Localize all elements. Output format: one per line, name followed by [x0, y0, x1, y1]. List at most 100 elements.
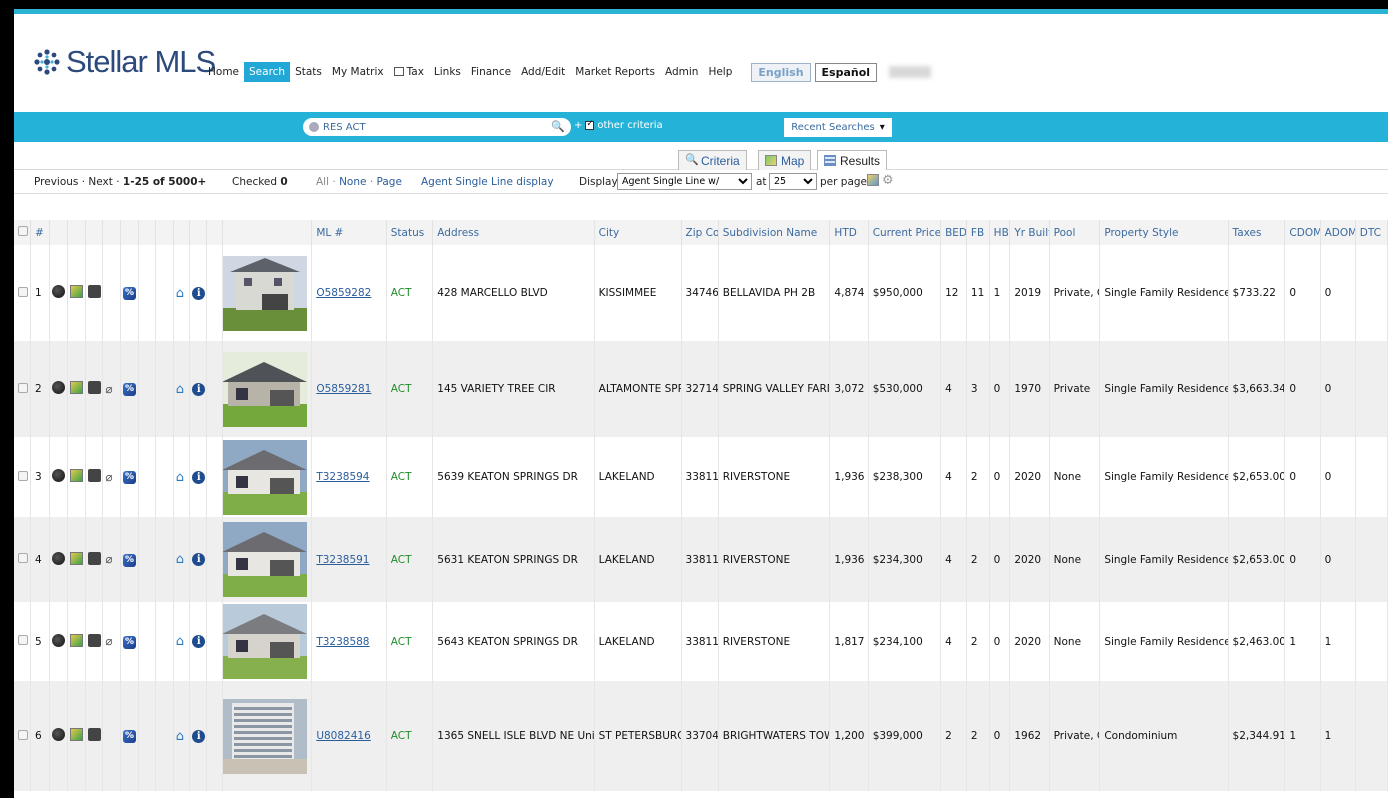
- ml-number-link[interactable]: T3238591: [316, 554, 369, 566]
- ml-number-link[interactable]: O5859282: [316, 287, 371, 299]
- table-row[interactable]: 6% ⌂ i U8082416 ACT 1365 SNELL ISLE BLVD NE U…: [14, 681, 1388, 791]
- next-link[interactable]: Next: [88, 176, 112, 188]
- attachment-icon[interactable]: ⌀: [105, 635, 115, 648]
- tax-record-icon[interactable]: [70, 381, 84, 394]
- info-icon[interactable]: i: [192, 729, 206, 743]
- tab-criteria[interactable]: 🔍 Criteria: [678, 150, 747, 170]
- search-input[interactable]: RES ACT 🔍: [303, 118, 571, 136]
- col-header-pool[interactable]: Pool: [1049, 220, 1101, 245]
- gear-icon[interactable]: ⚙: [882, 173, 894, 188]
- document-icon[interactable]: [87, 728, 101, 741]
- row-checkbox[interactable]: [18, 470, 28, 481]
- col-header-num[interactable]: #: [30, 220, 50, 245]
- tax-record-icon[interactable]: [70, 469, 84, 482]
- col-header-taxes[interactable]: Taxes: [1228, 220, 1286, 245]
- col-header-yr-built[interactable]: Yr Built: [1009, 220, 1050, 245]
- property-photo[interactable]: [222, 604, 308, 679]
- tax-record-icon[interactable]: [70, 633, 84, 647]
- nav-market-reports[interactable]: Market Reports: [570, 62, 660, 82]
- tax-record-icon[interactable]: [70, 285, 84, 298]
- public-record-icon[interactable]: ⌂: [176, 471, 189, 484]
- col-header-fb[interactable]: FB: [966, 220, 990, 245]
- row-checkbox[interactable]: [18, 286, 28, 297]
- other-criteria[interactable]: + other criteria: [574, 119, 663, 131]
- col-header-htd[interactable]: HTD: [829, 220, 869, 245]
- col-header-dtc[interactable]: DTC: [1355, 220, 1388, 245]
- espanol-button[interactable]: Español: [814, 62, 878, 82]
- reverse-prospect-icon[interactable]: [51, 551, 65, 565]
- col-header-cdom[interactable]: CDOM: [1284, 220, 1321, 245]
- document-icon[interactable]: [87, 285, 101, 298]
- document-icon[interactable]: [87, 469, 101, 482]
- nav-my-matrix[interactable]: My Matrix: [327, 62, 389, 82]
- col-header-ml[interactable]: ML #: [311, 220, 387, 245]
- select-all-link[interactable]: All: [316, 176, 329, 188]
- public-record-icon[interactable]: ⌂: [176, 635, 189, 648]
- select-page-link[interactable]: Page: [377, 176, 402, 188]
- table-row[interactable]: 4 ⌀% ⌂ i T3238591 ACT 5631 KEATON SPRINGS DR LA…: [14, 517, 1388, 602]
- col-header-bed[interactable]: BED: [940, 220, 967, 245]
- col-header-city[interactable]: City: [594, 220, 682, 245]
- info-icon[interactable]: i: [192, 286, 206, 300]
- attachment-icon[interactable]: ⌀: [105, 553, 115, 566]
- col-header-status[interactable]: Status: [386, 220, 434, 245]
- property-photo[interactable]: [222, 351, 308, 427]
- public-record-icon[interactable]: ⌂: [176, 287, 189, 300]
- reverse-prospect-icon[interactable]: [51, 728, 65, 741]
- other-criteria-checkbox[interactable]: [585, 119, 595, 130]
- col-header-address[interactable]: Address: [432, 220, 595, 245]
- property-photo[interactable]: [222, 522, 308, 597]
- english-button[interactable]: English: [751, 62, 811, 82]
- table-row[interactable]: 5 ⌀% ⌂ i T3238588 ACT 5643 KEATON SPRINGS DR LA…: [14, 602, 1388, 681]
- attachment-icon[interactable]: ⌀: [105, 382, 115, 396]
- property-photo[interactable]: [222, 255, 308, 331]
- mortgage-calculator-icon[interactable]: %: [123, 287, 136, 300]
- per-page-select[interactable]: 25: [769, 173, 817, 190]
- table-row[interactable]: 3 ⌀% ⌂ i T3238594 ACT 5639 KEATON SPRINGS DR LA…: [14, 437, 1388, 517]
- ml-number-link[interactable]: T3238588: [316, 636, 369, 648]
- info-icon[interactable]: i: [192, 382, 206, 396]
- row-checkbox[interactable]: [18, 729, 28, 740]
- nav-search[interactable]: Search: [244, 62, 291, 82]
- col-header-zip-code[interactable]: Zip Code: [681, 220, 719, 245]
- recent-searches-dropdown[interactable]: Recent Searches ▾: [784, 118, 892, 137]
- tax-record-icon[interactable]: [70, 728, 84, 741]
- display-format-link[interactable]: Agent Single Line display: [421, 176, 554, 188]
- col-header-hb[interactable]: HB: [989, 220, 1011, 245]
- info-icon[interactable]: i: [192, 470, 206, 484]
- reverse-prospect-icon[interactable]: [51, 381, 65, 394]
- col-header-property-style[interactable]: Property Style: [1099, 220, 1229, 245]
- info-icon[interactable]: i: [192, 553, 206, 566]
- reverse-prospect-icon[interactable]: [51, 633, 65, 647]
- mortgage-calculator-icon[interactable]: %: [123, 730, 136, 743]
- col-header-adom[interactable]: ADOM: [1320, 220, 1356, 245]
- export-icon[interactable]: [867, 174, 879, 186]
- search-icon[interactable]: 🔍: [551, 120, 565, 133]
- table-row[interactable]: 1% ⌂ i O5859282 ACT 428 MARCELLO BLVD KISSIMME…: [14, 245, 1388, 341]
- mortgage-calculator-icon[interactable]: %: [123, 471, 136, 484]
- ml-number-link[interactable]: O5859281: [316, 383, 371, 395]
- col-header-subdivision-name[interactable]: Subdivision Name: [718, 220, 831, 245]
- select-none-link[interactable]: None: [339, 176, 366, 188]
- row-checkbox[interactable]: [18, 635, 28, 645]
- reverse-prospect-icon[interactable]: [51, 469, 65, 482]
- nav-help[interactable]: Help: [703, 62, 737, 82]
- table-row[interactable]: 2 ⌀% ⌂ i O5859281 ACT 145 VARIETY TREE CIR ALTA…: [14, 341, 1388, 437]
- reverse-prospect-icon[interactable]: [51, 285, 65, 298]
- public-record-icon[interactable]: ⌂: [176, 553, 189, 566]
- nav-links[interactable]: Links: [429, 62, 466, 82]
- document-icon[interactable]: [87, 633, 101, 647]
- header-select-all[interactable]: [14, 220, 32, 245]
- row-checkbox[interactable]: [18, 553, 28, 563]
- row-checkbox[interactable]: [18, 382, 28, 393]
- public-record-icon[interactable]: ⌂: [176, 383, 189, 396]
- tab-map[interactable]: Map: [758, 150, 812, 170]
- tax-record-icon[interactable]: [70, 551, 84, 565]
- nav-add-edit[interactable]: Add/Edit: [516, 62, 570, 82]
- nav-home[interactable]: Home: [203, 62, 244, 82]
- stellar-mls-logo[interactable]: Stellar MLS: [32, 44, 216, 80]
- document-icon[interactable]: [87, 551, 101, 565]
- display-select[interactable]: Agent Single Line w/: [617, 173, 752, 190]
- ml-number-link[interactable]: T3238594: [316, 471, 369, 483]
- ml-number-link[interactable]: U8082416: [316, 730, 370, 742]
